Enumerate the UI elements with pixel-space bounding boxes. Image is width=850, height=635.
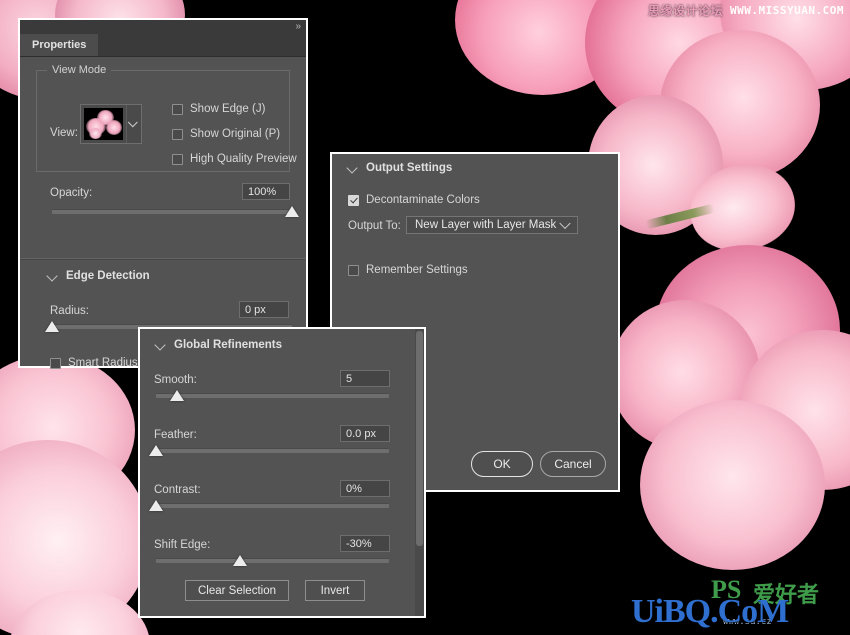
feather-value-text: 0.0 px	[346, 428, 376, 440]
section-title: Output Settings	[366, 162, 452, 174]
section-global-refinements[interactable]: Global Refinements	[154, 338, 282, 352]
smooth-value-text: 5	[346, 373, 352, 385]
view-label: View:	[50, 127, 78, 139]
section-title: Global Refinements	[174, 339, 282, 351]
radius-value-text: 0 px	[245, 304, 266, 316]
checkbox-box	[172, 129, 183, 140]
checkbox-label: Smart Radius	[68, 357, 138, 369]
slider-track	[156, 503, 389, 508]
radius-label: Radius:	[50, 305, 89, 317]
feather-slider[interactable]	[156, 444, 389, 456]
chevron-down-icon[interactable]	[346, 161, 360, 175]
checkbox-box	[348, 265, 359, 276]
opacity-value-input[interactable]: 100%	[242, 183, 290, 200]
shift-edge-slider[interactable]	[156, 554, 389, 566]
output-to-select[interactable]: New Layer with Layer Mask	[406, 216, 578, 234]
scrollbar-thumb[interactable]	[416, 331, 423, 546]
properties-titlebar: »	[20, 20, 306, 34]
feather-label: Feather:	[154, 429, 197, 441]
checkbox-box	[172, 154, 183, 165]
checkbox-label: Remember Settings	[366, 264, 468, 276]
feather-value-input[interactable]: 0.0 px	[340, 425, 390, 442]
slider-thumb[interactable]	[149, 500, 163, 511]
watermark-uibq: UiBQ.CoM	[631, 593, 788, 631]
checkbox-show-original[interactable]: Show Original (P)	[172, 128, 280, 140]
rose-petal	[640, 400, 825, 570]
clear-selection-label: Clear Selection	[198, 585, 276, 597]
checkbox-smart-radius[interactable]: Smart Radius	[50, 357, 138, 369]
slider-thumb[interactable]	[285, 206, 299, 217]
global-refinements-panel: Global Refinements Smooth: 5 Feather: 0.…	[138, 327, 426, 618]
clear-selection-button[interactable]: Clear Selection	[185, 580, 289, 601]
chevron-down-icon[interactable]	[126, 105, 141, 143]
checkbox-box	[50, 358, 61, 369]
opacity-slider[interactable]	[52, 205, 292, 217]
ok-button-label: OK	[493, 457, 510, 471]
checkbox-label: High Quality Preview	[190, 153, 297, 165]
checkbox-high-quality-preview[interactable]: High Quality Preview	[172, 153, 297, 165]
smooth-value-input[interactable]: 5	[340, 370, 390, 387]
panel-divider	[20, 258, 306, 260]
chevron-down-icon[interactable]	[46, 269, 60, 283]
properties-tabstrip: Properties	[20, 34, 306, 57]
contrast-label: Contrast:	[154, 484, 201, 496]
watermark-site-url: WWW.MISSYUAN.COM	[730, 4, 844, 17]
checkbox-show-edge[interactable]: Show Edge (J)	[172, 103, 265, 115]
chevron-down-icon[interactable]	[559, 218, 570, 229]
section-output-settings[interactable]: Output Settings	[346, 161, 452, 175]
slider-thumb[interactable]	[149, 445, 163, 456]
slider-track	[156, 558, 389, 563]
section-title: Edge Detection	[66, 270, 150, 282]
checkbox-remember-settings[interactable]: Remember Settings	[348, 264, 468, 276]
opacity-label: Opacity:	[50, 187, 92, 199]
checkbox-label: Show Edge (J)	[190, 103, 265, 115]
double-chevron-right-icon[interactable]: »	[295, 21, 300, 32]
shift-edge-label: Shift Edge:	[154, 539, 210, 551]
roses-preview-thumbnail	[84, 108, 123, 140]
opacity-value-text: 100%	[248, 186, 276, 198]
tab-properties[interactable]: Properties	[20, 34, 98, 56]
slider-thumb[interactable]	[170, 390, 184, 401]
watermark-bottom: PS 爱好者 www.sa.cz UiBQ.CoM	[631, 571, 846, 633]
cancel-button[interactable]: Cancel	[540, 451, 606, 477]
smooth-label: Smooth:	[154, 374, 197, 386]
slider-track	[156, 393, 389, 398]
contrast-slider[interactable]	[156, 499, 389, 511]
checkbox-label: Show Original (P)	[190, 128, 280, 140]
checkbox-decontaminate-colors[interactable]: Decontaminate Colors	[348, 194, 480, 206]
checkbox-box	[348, 195, 359, 206]
output-to-value: New Layer with Layer Mask	[415, 219, 556, 231]
invert-label: Invert	[321, 585, 350, 597]
slider-thumb[interactable]	[45, 321, 59, 332]
slider-track	[156, 448, 389, 453]
output-to-label: Output To:	[348, 220, 401, 232]
invert-button[interactable]: Invert	[305, 580, 365, 601]
shift-edge-value-input[interactable]: -30%	[340, 535, 390, 552]
checkbox-box	[172, 104, 183, 115]
shift-edge-value-text: -30%	[346, 538, 372, 550]
slider-thumb[interactable]	[233, 555, 247, 566]
chevron-down-icon[interactable]	[154, 338, 168, 352]
slider-track	[52, 209, 292, 214]
tabstrip-filler	[98, 34, 306, 56]
view-thumbnail-dropdown[interactable]	[80, 104, 142, 144]
radius-value-input[interactable]: 0 px	[239, 301, 289, 318]
view-mode-legend: View Mode	[47, 64, 111, 76]
cancel-button-label: Cancel	[554, 457, 591, 471]
checkbox-label: Decontaminate Colors	[366, 194, 480, 206]
smooth-slider[interactable]	[156, 389, 389, 401]
contrast-value-text: 0%	[346, 483, 362, 495]
watermark-site-name-cn: 思缘设计论坛	[648, 2, 723, 19]
vertical-scrollbar[interactable]	[415, 329, 424, 616]
properties-panel: » Properties View Mode View: Show Edge (…	[18, 18, 308, 368]
ok-button[interactable]: OK	[471, 451, 533, 477]
contrast-value-input[interactable]: 0%	[340, 480, 390, 497]
section-edge-detection[interactable]: Edge Detection	[46, 269, 150, 283]
watermark-top: 思缘设计论坛 WWW.MISSYUAN.COM	[648, 2, 844, 19]
